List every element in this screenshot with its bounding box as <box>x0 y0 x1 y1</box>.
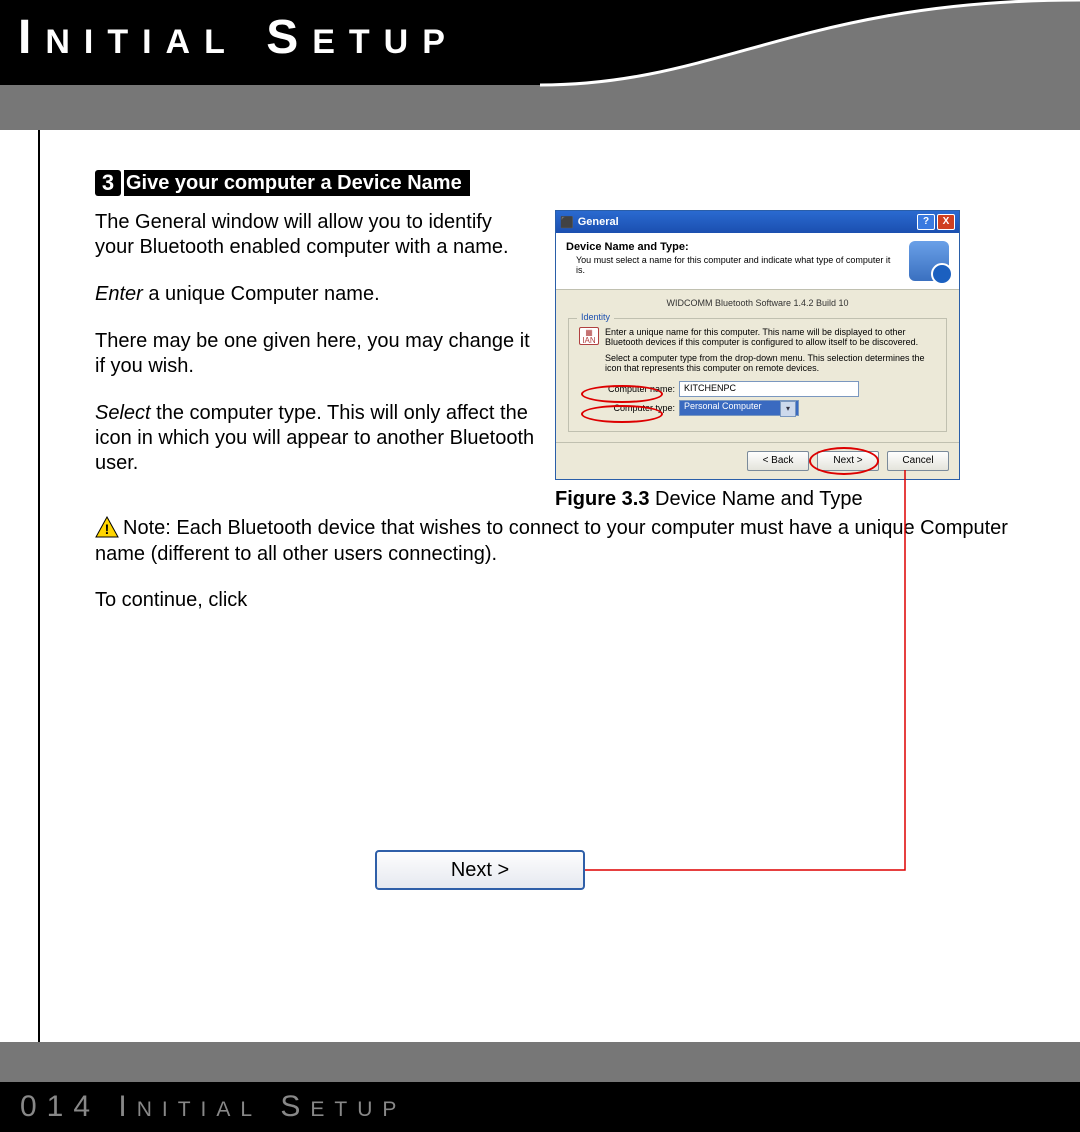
select-word: Select <box>95 402 151 424</box>
paragraph-2: Enter a unique Computer name. <box>95 282 535 307</box>
bottom-band: 014 Initial Setup <box>0 1042 1080 1132</box>
bottom-black-band: 014 Initial Setup <box>0 1082 1080 1132</box>
dialog-cancel-button[interactable]: Cancel <box>887 451 949 471</box>
figure-caption-bold: Figure 3.3 <box>555 488 649 510</box>
dialog-titlebar-icon: ⬛ <box>560 216 574 229</box>
dialog-header-title: Device Name and Type: <box>566 241 689 253</box>
bottom-grey-band <box>0 1042 1080 1082</box>
identity-text-2: Select a computer type from the drop-dow… <box>605 353 936 373</box>
enter-word: Enter <box>95 283 143 305</box>
paragraph-4: Select the computer type. This will only… <box>95 401 535 476</box>
note-text: Note: Each Bluetooth device that wishes … <box>95 517 1008 565</box>
dialog-button-row: < Back Next > Cancel <box>556 443 959 479</box>
warning-icon: ! <box>95 516 119 538</box>
dialog-help-button[interactable]: ? <box>917 214 935 230</box>
step-number-badge: 3 <box>95 170 121 196</box>
dialog-title: General <box>578 216 915 228</box>
continue-click: click <box>208 589 247 611</box>
dialog-general: ⬛ General ? X Device Name and Type: You … <box>555 210 960 480</box>
computer-name-input[interactable]: KITCHENPC <box>679 381 859 397</box>
page-title: Initial Setup <box>18 10 459 65</box>
continue-line: To continue, click <box>95 589 1050 612</box>
paragraph-3: There may be one given here, you may cha… <box>95 329 535 379</box>
dialog-next-button[interactable]: Next > <box>817 451 879 471</box>
identity-text: Enter a unique name for this computer. T… <box>605 327 936 347</box>
svg-text:!: ! <box>105 521 110 537</box>
dialog-header: Device Name and Type: You must select a … <box>556 233 959 290</box>
paragraph-2-rest: a unique Computer name. <box>143 283 380 305</box>
figure-column: ⬛ General ? X Device Name and Type: You … <box>555 210 975 511</box>
bluetooth-device-icon <box>909 241 949 281</box>
figure-caption: Figure 3.3 Device Name and Type <box>555 488 975 511</box>
paragraph-4-rest: the computer type. This will only affect… <box>95 402 534 474</box>
continue-text: To continue, <box>95 589 208 611</box>
calendar-icon: ▦IAN <box>579 327 599 345</box>
step-title: Give your computer a Device Name <box>124 170 470 196</box>
identity-fieldset: Identity ▦IAN Enter a unique name for th… <box>568 318 947 432</box>
dialog-header-subtitle: You must select a name for this computer… <box>576 255 899 275</box>
computer-type-select[interactable]: Personal Computer <box>679 400 799 416</box>
page-body: 3 Give your computer a Device Name The G… <box>38 130 1075 1042</box>
note-paragraph: ! Note: Each Bluetooth device that wishe… <box>95 515 1050 567</box>
identity-legend: Identity <box>577 312 614 322</box>
paragraph-1: The General window will allow you to ide… <box>95 210 535 260</box>
dialog-version: WIDCOMM Bluetooth Software 1.4.2 Build 1… <box>568 298 947 308</box>
page-next-button[interactable]: Next > <box>375 850 585 890</box>
instruction-column: The General window will allow you to ide… <box>95 210 535 511</box>
dialog-back-button[interactable]: < Back <box>747 451 809 471</box>
figure-caption-rest: Device Name and Type <box>649 488 862 510</box>
step-heading: 3 Give your computer a Device Name <box>95 170 1050 196</box>
computer-type-label: Computer type: <box>599 403 679 413</box>
computer-name-label: Computer name: <box>599 384 679 394</box>
footer-page-number: 014 <box>20 1090 100 1123</box>
footer-section: Initial Setup <box>100 1090 406 1123</box>
dialog-titlebar: ⬛ General ? X <box>556 211 959 233</box>
dialog-close-button[interactable]: X <box>937 214 955 230</box>
